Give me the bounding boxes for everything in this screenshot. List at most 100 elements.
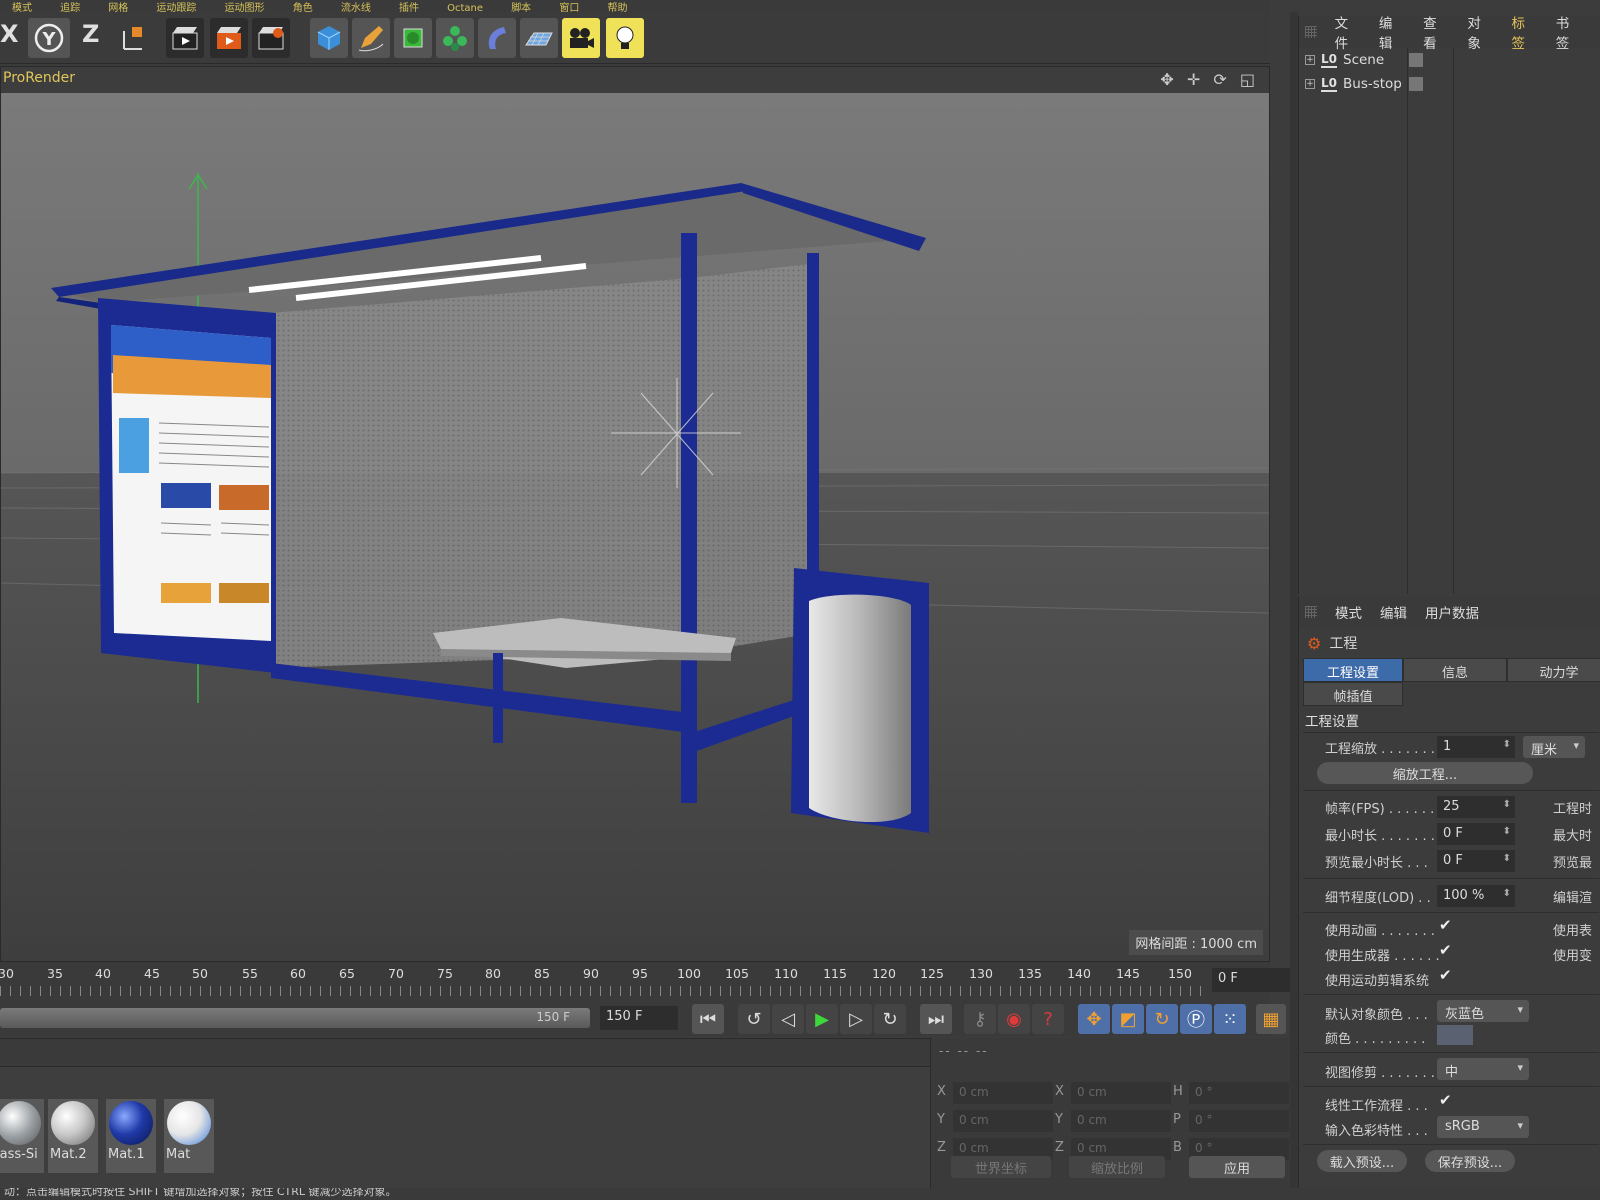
world-coords-dropdown[interactable]: 世界坐标 bbox=[951, 1156, 1051, 1178]
render-view-button[interactable] bbox=[166, 18, 204, 58]
load-preset-button[interactable]: 载入预设... bbox=[1317, 1150, 1407, 1172]
visibility-toggle-icon[interactable] bbox=[1409, 53, 1423, 67]
z-axis-lock-button[interactable]: Z bbox=[82, 20, 99, 48]
lod-field[interactable]: 100 % bbox=[1437, 885, 1515, 907]
size-x-field[interactable]: 0 cm bbox=[1071, 1082, 1171, 1104]
pos-x-field[interactable]: 0 cm bbox=[953, 1082, 1053, 1104]
current-frame-field[interactable]: 0 F bbox=[1212, 968, 1292, 992]
render-settings-button[interactable] bbox=[252, 18, 290, 58]
renderer-label[interactable]: ProRender bbox=[3, 70, 75, 86]
preview-min-field[interactable]: 0 F bbox=[1437, 850, 1515, 872]
svg-text:Y: Y bbox=[41, 29, 56, 50]
clapboard-icon bbox=[172, 27, 198, 50]
apply-button[interactable]: 应用 bbox=[1189, 1156, 1285, 1178]
material-swatch[interactable]: Mat bbox=[164, 1099, 214, 1173]
fps-field[interactable]: 25 bbox=[1437, 796, 1515, 818]
default-color-dropdown[interactable]: 灰蓝色 bbox=[1437, 1000, 1529, 1022]
pos-y-field[interactable]: 0 cm bbox=[953, 1110, 1053, 1132]
menu-file[interactable]: 文件 bbox=[1335, 12, 1361, 52]
previous-frame-button[interactable]: ◁ bbox=[772, 1004, 804, 1034]
size-y-field[interactable]: 0 cm bbox=[1071, 1110, 1171, 1132]
go-to-end-button[interactable]: ⏭ bbox=[920, 1004, 952, 1034]
color-swatch[interactable] bbox=[1437, 1025, 1473, 1045]
panel-divider[interactable] bbox=[1290, 12, 1298, 1188]
material-swatch[interactable]: Mat.1 bbox=[106, 1099, 156, 1173]
next-frame-button[interactable]: ▷ bbox=[840, 1004, 872, 1034]
end-frame-field[interactable]: 150 F bbox=[600, 1006, 678, 1030]
keyframe-help-button[interactable]: ? bbox=[1032, 1004, 1064, 1034]
material-swatch[interactable]: Mat.2 bbox=[48, 1099, 98, 1173]
tab-frame-interpolation[interactable]: 帧插值 bbox=[1303, 682, 1403, 706]
menu-user-data[interactable]: 用户数据 bbox=[1425, 602, 1479, 622]
use-motion-system-checkbox[interactable]: ✔ bbox=[1439, 966, 1452, 984]
object-row-scene[interactable]: + L0 Scene bbox=[1299, 48, 1600, 72]
object-row-bus-stop[interactable]: + L0 Bus-stop bbox=[1299, 72, 1600, 96]
project-scale-unit-dropdown[interactable]: 厘米 bbox=[1523, 736, 1585, 758]
input-color-profile-dropdown[interactable]: sRGB bbox=[1437, 1116, 1529, 1138]
default-color-label: 默认对象颜色 . . . bbox=[1325, 1008, 1428, 1023]
save-preset-button[interactable]: 保存预设... bbox=[1425, 1150, 1515, 1172]
frame-range-slider[interactable]: 150 F bbox=[0, 1008, 590, 1028]
menu-tags[interactable]: 标签 bbox=[1512, 12, 1538, 52]
coordinate-system-button[interactable] bbox=[114, 18, 152, 58]
subdivision-surface-button[interactable] bbox=[394, 18, 432, 58]
menu-objects[interactable]: 对象 bbox=[1467, 12, 1493, 52]
panel-grip-icon[interactable] bbox=[1305, 26, 1317, 38]
key-rotation-button[interactable]: ↻ bbox=[1146, 1004, 1178, 1034]
linear-workflow-checkbox[interactable]: ✔ bbox=[1439, 1091, 1452, 1109]
menu-mode[interactable]: 模式 bbox=[1335, 602, 1362, 622]
render-to-picture-viewer-button[interactable] bbox=[210, 18, 248, 58]
menu-bookmarks[interactable]: 书签 bbox=[1556, 12, 1582, 52]
tick-label: 110 bbox=[774, 966, 798, 981]
menu-view[interactable]: 查看 bbox=[1423, 12, 1449, 52]
record-keys-button[interactable]: ⚷ bbox=[964, 1004, 996, 1034]
next-key-button[interactable]: ↻ bbox=[874, 1004, 906, 1034]
key-position-button[interactable]: ✥ bbox=[1078, 1004, 1110, 1034]
tab-project-settings[interactable]: 工程设置 bbox=[1303, 658, 1403, 682]
use-animation-checkbox[interactable]: ✔ bbox=[1439, 916, 1452, 934]
cube-object-button[interactable] bbox=[310, 18, 348, 58]
viewport-nav-icons[interactable]: ✥ ✛ ⟳ ◱ bbox=[1160, 70, 1259, 89]
tab-info[interactable]: 信息 bbox=[1403, 658, 1507, 682]
panel-grip-icon[interactable] bbox=[1305, 606, 1317, 618]
scale-mode-dropdown[interactable]: 缩放比例 bbox=[1069, 1156, 1165, 1178]
timeline-window-button[interactable]: ▦ bbox=[1256, 1004, 1286, 1034]
view-clipping-dropdown[interactable]: 中 bbox=[1437, 1058, 1529, 1080]
menu-edit[interactable]: 编辑 bbox=[1379, 12, 1405, 52]
key-scale-button[interactable]: ◩ bbox=[1112, 1004, 1144, 1034]
rot-h-field[interactable]: 0 ° bbox=[1189, 1082, 1289, 1104]
menu-edit[interactable]: 编辑 bbox=[1380, 602, 1407, 622]
object-name[interactable]: Scene bbox=[1343, 52, 1384, 68]
go-to-start-button[interactable]: ⏮ bbox=[692, 1004, 724, 1034]
deformer-button[interactable] bbox=[478, 18, 516, 58]
x-axis-lock-button[interactable]: X bbox=[0, 20, 19, 48]
separator bbox=[1303, 878, 1599, 879]
pen-tool-button[interactable] bbox=[352, 18, 390, 58]
light-object-button[interactable] bbox=[606, 18, 644, 58]
object-name[interactable]: Bus-stop bbox=[1343, 76, 1402, 92]
tab-dynamics[interactable]: 动力学 bbox=[1507, 658, 1600, 682]
previous-key-button[interactable]: ↺ bbox=[738, 1004, 770, 1034]
cloner-button[interactable] bbox=[436, 18, 474, 58]
floor-object-button[interactable] bbox=[520, 18, 558, 58]
material-swatch[interactable]: lass-Si bbox=[0, 1099, 44, 1173]
separator bbox=[1303, 790, 1599, 791]
camera-object-button[interactable] bbox=[562, 18, 600, 58]
autokey-button[interactable]: ◉ bbox=[998, 1004, 1030, 1034]
expand-icon[interactable]: + bbox=[1305, 55, 1315, 65]
play-button[interactable]: ▶ bbox=[806, 1004, 838, 1034]
min-time-field[interactable]: 0 F bbox=[1437, 823, 1515, 845]
rot-p-field[interactable]: 0 ° bbox=[1189, 1110, 1289, 1132]
preview-min-label: 预览最小时长 . . . bbox=[1325, 856, 1428, 871]
key-pla-button[interactable]: ⁙ bbox=[1214, 1004, 1246, 1034]
frame-ruler[interactable]: 30 35 40 45 50 55 60 65 70 75 80 85 90 9… bbox=[0, 962, 1205, 998]
scale-project-button[interactable]: 缩放工程... bbox=[1317, 762, 1533, 784]
expand-icon[interactable]: + bbox=[1305, 79, 1315, 89]
use-generators-checkbox[interactable]: ✔ bbox=[1439, 941, 1452, 959]
key-parameter-button[interactable]: Ⓟ bbox=[1180, 1004, 1212, 1034]
material-preview bbox=[167, 1101, 211, 1145]
visibility-toggle-icon[interactable] bbox=[1409, 77, 1423, 91]
y-axis-lock-button[interactable]: Y bbox=[28, 18, 70, 58]
project-scale-field[interactable]: 1 bbox=[1437, 736, 1515, 758]
perspective-viewport[interactable]: ProRender ✥ ✛ ⟳ ◱ 网格间距: 1000 cm bbox=[0, 66, 1270, 962]
